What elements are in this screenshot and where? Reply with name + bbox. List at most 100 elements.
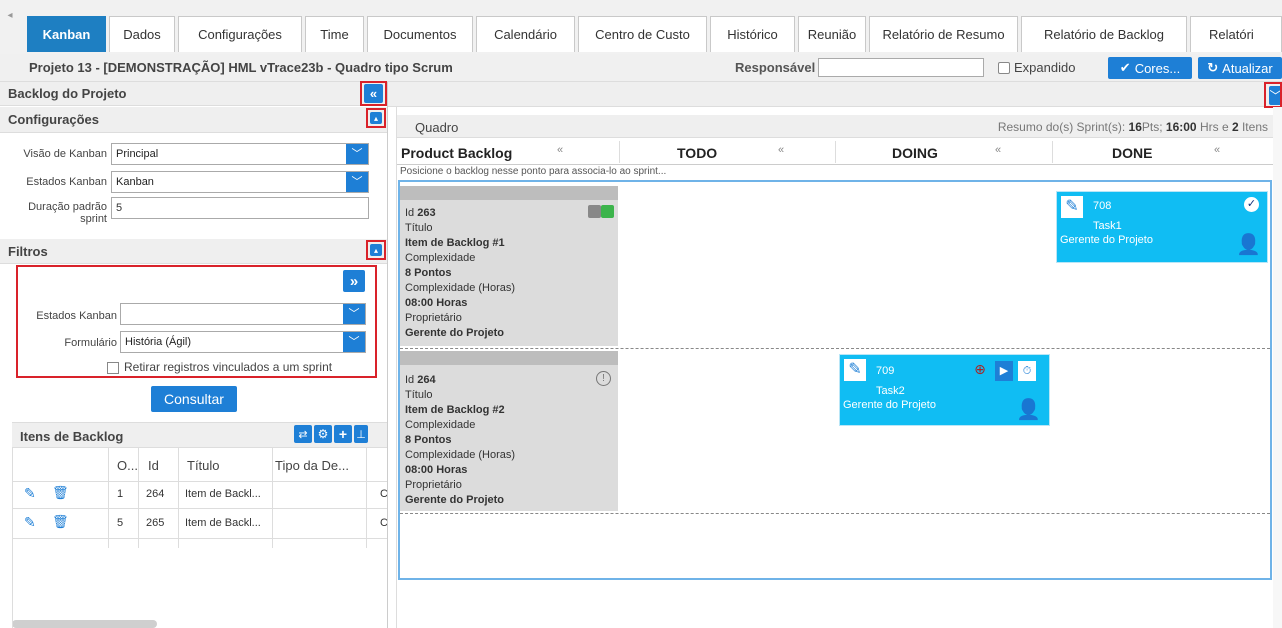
app-root: ◂ Kanban Dados Configurações Time Docume… (0, 0, 1282, 628)
column-doing: DOING (892, 145, 938, 161)
cell-id: 265 (146, 517, 165, 529)
chevron-down-icon[interactable]: ﹀ (346, 172, 368, 192)
chevron-down-icon[interactable]: ﹀ (343, 332, 365, 352)
tab-time[interactable]: Time (305, 16, 364, 52)
card-drag-handle[interactable] (400, 186, 618, 200)
responsavel-input[interactable] (818, 58, 984, 77)
tab-historico[interactable]: Histórico (710, 16, 795, 52)
edit-icon[interactable]: ✎ (24, 514, 36, 531)
gear-icon[interactable]: ⚙ (314, 425, 332, 443)
time-stop-icon[interactable]: ⊕ (970, 361, 990, 379)
consultar-button[interactable]: Consultar (151, 386, 237, 412)
expandido-checkbox[interactable] (998, 62, 1010, 74)
highlight-config-toggle (366, 108, 386, 128)
grid-left-border (12, 448, 13, 628)
play-icon[interactable]: ▶ (995, 361, 1013, 381)
tab-dados[interactable]: Dados (109, 16, 175, 52)
cell-id: 264 (146, 488, 165, 500)
refresh-icon: ↻ (1207, 60, 1219, 75)
visao-select[interactable]: Principal ﹀ (111, 143, 369, 165)
config-header: Configurações (0, 107, 387, 133)
horizontal-scrollbar[interactable] (12, 620, 157, 628)
cell-ordem: 5 (117, 517, 124, 529)
col-ordem[interactable]: O... (117, 458, 138, 473)
chevron-down-icon[interactable]: ﹀ (343, 304, 365, 324)
tab-relatorio-backlog[interactable]: Relatório de Backlog (1021, 16, 1187, 52)
grid-divider (138, 448, 139, 548)
tab-kanban[interactable]: Kanban (27, 16, 106, 52)
add-icon[interactable]: + (334, 425, 352, 443)
timer-icon[interactable]: ⏱ (1018, 361, 1036, 381)
trash-icon[interactable]: 🗑 (52, 514, 69, 530)
responsavel-label: Responsável (735, 60, 816, 75)
edit-task-icon[interactable]: ✎ (844, 359, 866, 381)
tab-relatorio-overflow[interactable]: Relatóri (1190, 16, 1282, 52)
cores-button[interactable]: ✔ Cores... (1108, 57, 1192, 79)
trash-icon[interactable]: 🗑 (52, 485, 69, 501)
atualizar-button[interactable]: ↻ Atualizar (1198, 57, 1282, 79)
expand-filtros-icon[interactable]: » (343, 270, 365, 292)
formulario-select[interactable]: História (Ágil) ﹀ (120, 331, 366, 353)
task-card[interactable]: ✎ 708 ✓ Task1 Gerente do Projeto 👤 (1056, 191, 1268, 263)
quadro-header: Quadro Resumo do(s) Sprint(s): 16Pts; 16… (397, 115, 1282, 138)
col-tipo[interactable]: Tipo da De... (275, 458, 349, 473)
tab-reuniao[interactable]: Reunião (798, 16, 866, 52)
warning-icon[interactable]: ! (596, 371, 611, 386)
user-icon: 👤 (1016, 399, 1041, 421)
column-done: DONE (1112, 145, 1153, 161)
task-card[interactable]: ✎ 709 ⊕ ▶ ⏱ Task2 Gerente do Projeto 👤 (839, 354, 1050, 426)
cell-titulo: Item de Backl... (185, 488, 261, 500)
col-id[interactable]: Id (148, 458, 159, 473)
duracao-input[interactable]: 5 (111, 197, 369, 219)
chevron-down-icon[interactable]: ﹀ (346, 144, 368, 164)
brush-icon: ✔ (1119, 60, 1131, 75)
backlog-card[interactable]: Id 264 Título Item de Backlog #2 Complex… (400, 351, 618, 511)
retirar-checkbox[interactable] (107, 362, 119, 374)
f-estados-select[interactable]: ﹀ (120, 303, 366, 325)
vertical-scrollbar[interactable] (1273, 107, 1282, 628)
tab-documentos[interactable]: Documentos (367, 16, 473, 52)
tab-bar: ◂ Kanban Dados Configurações Time Docume… (0, 0, 1282, 54)
grid-divider (178, 448, 179, 548)
swimlane-divider (400, 513, 1270, 514)
resumo-sprint: Resumo do(s) Sprint(s): 16Pts; 16:00 Hrs… (997, 120, 1268, 134)
collapse-column-icon[interactable]: « (557, 144, 563, 156)
itens-title: Itens de Backlog (20, 429, 124, 444)
tab-relatorio-resumo[interactable]: Relatório de Resumo (869, 16, 1018, 52)
comment-icon[interactable] (588, 205, 601, 218)
cell-ordem: 1 (117, 488, 124, 500)
expandido-label: Expandido (1014, 60, 1076, 75)
estados-select[interactable]: Kanban ﹀ (111, 171, 369, 193)
check-icon[interactable]: ✓ (1244, 197, 1259, 212)
highlight-collapse (360, 81, 387, 106)
col-divider (619, 141, 620, 163)
edit-task-icon[interactable]: ✎ (1061, 196, 1083, 218)
tab-configuracoes[interactable]: Configurações (178, 16, 302, 52)
collapse-column-icon[interactable]: « (778, 144, 784, 156)
swap-icon[interactable]: ⇄ (294, 425, 312, 443)
panel-divider (387, 82, 388, 628)
highlight-filtros-toggle (366, 240, 386, 260)
formulario-label: Formulário (64, 337, 117, 349)
estados-label: Estados Kanban (26, 176, 107, 188)
drop-hint: Posicione o backlog nesse ponto para ass… (400, 166, 667, 177)
col-divider (1052, 141, 1053, 163)
edit-icon[interactable]: ✎ (24, 485, 36, 502)
pin-icon[interactable]: ⊥ (354, 425, 368, 443)
duracao-label: Duração padrão sprint (28, 201, 107, 225)
quadro-label: Quadro (415, 120, 459, 135)
collapse-column-icon[interactable]: « (1214, 144, 1220, 156)
backlog-card[interactable]: Id 263 Título Item de Backlog #1 Complex… (400, 186, 618, 346)
config-title: Configurações (8, 112, 100, 127)
backlog-header: Backlog do Projeto (0, 82, 387, 106)
collapse-column-icon[interactable]: « (995, 144, 1001, 156)
right-top-bar (388, 82, 1282, 107)
card-drag-handle[interactable] (400, 351, 618, 365)
tab-calendario[interactable]: Calendário (476, 16, 575, 52)
thumbs-up-icon[interactable] (601, 205, 614, 218)
col-titulo[interactable]: Título (187, 458, 220, 473)
tab-centro-de-custo[interactable]: Centro de Custo (578, 16, 707, 52)
highlight-expand-right (1264, 82, 1282, 108)
row-divider (12, 508, 387, 509)
tab-scroll-left-icon[interactable]: ◂ (0, 6, 20, 50)
